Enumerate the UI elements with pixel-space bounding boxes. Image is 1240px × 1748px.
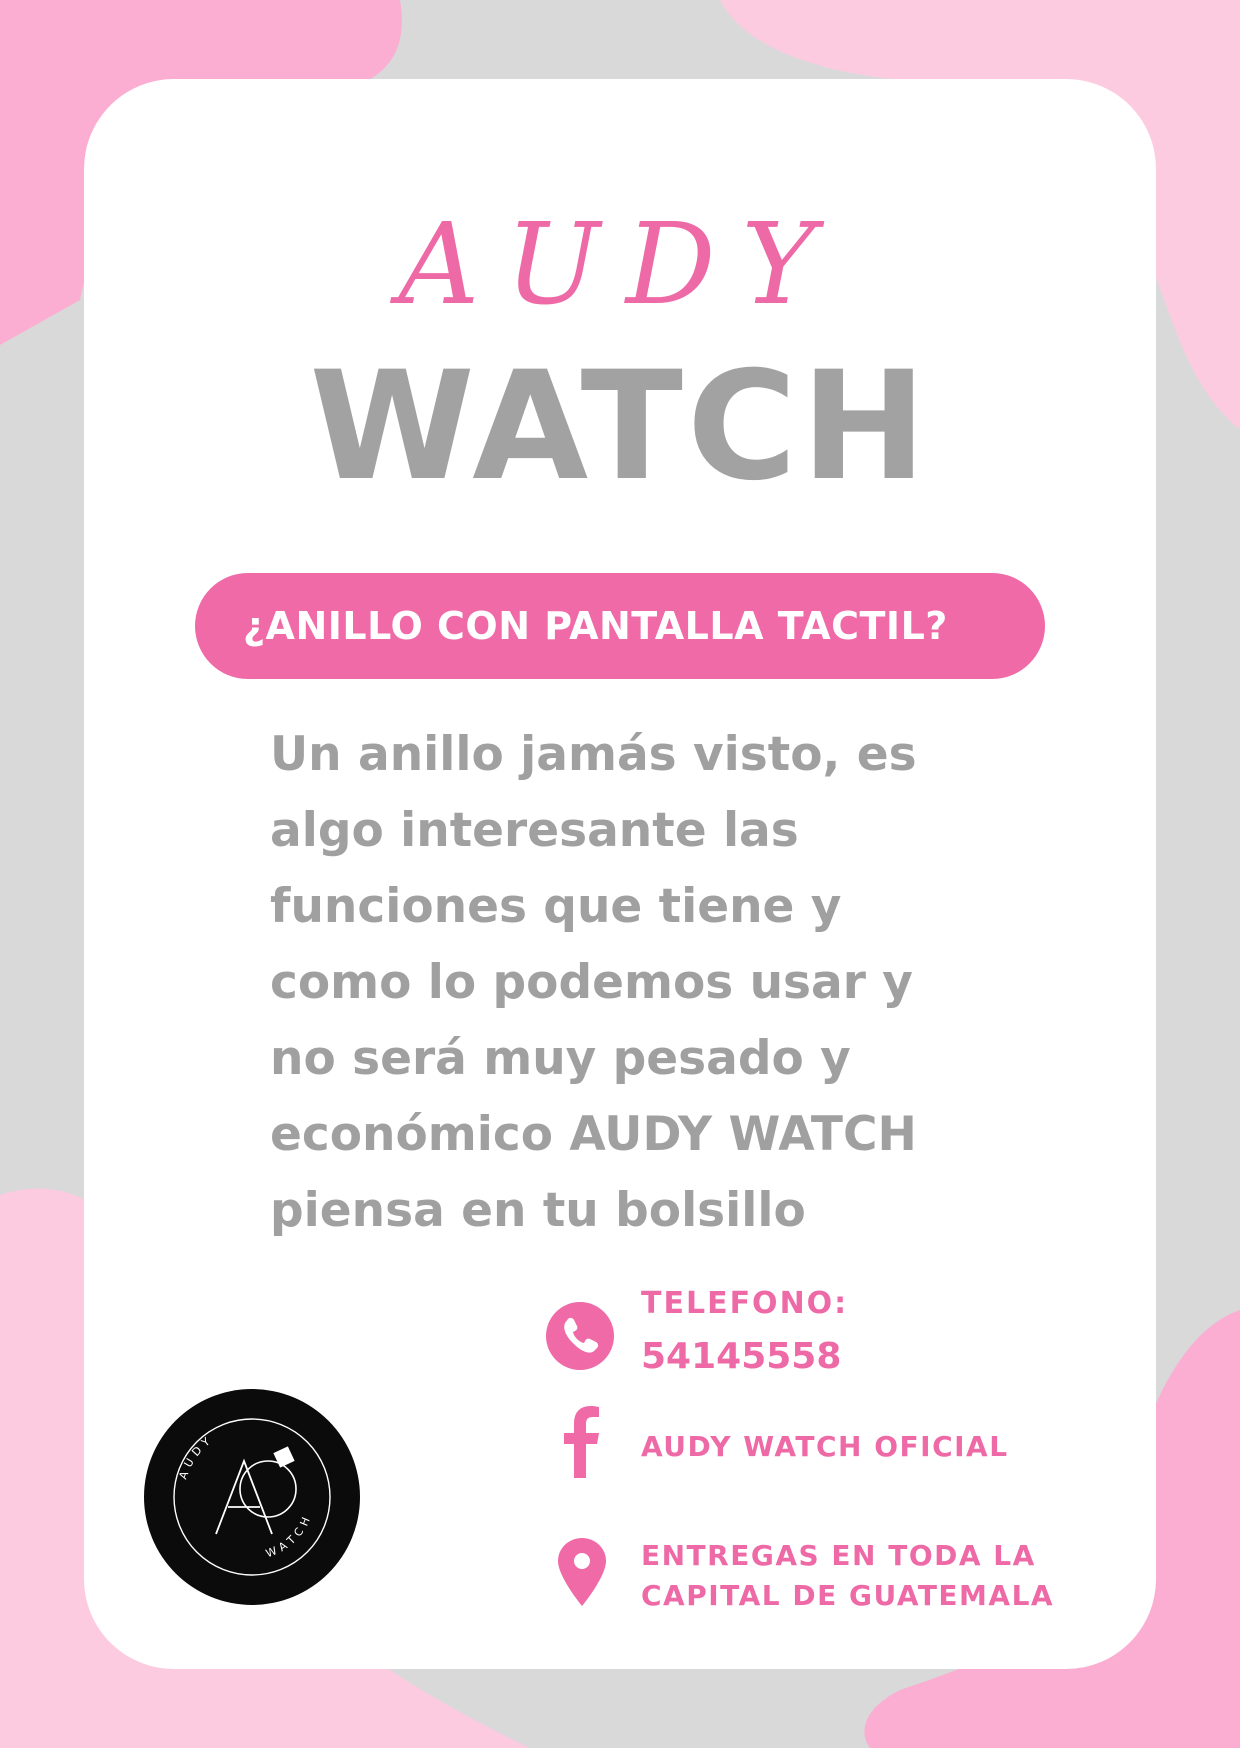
brand-script-name: AUDY [398, 200, 842, 330]
brand-bold-name: WATCH [309, 340, 931, 514]
delivery-info: ENTREGAS EN TODA LA CAPITAL DE GUATEMALA [641, 1536, 1054, 1616]
headline-banner: ¿ANILLO CON PANTALLA TACTIL? [195, 573, 1045, 679]
description-line: Un anillo jamás visto, es [270, 727, 917, 782]
headline-text: ¿ANILLO CON PANTALLA TACTIL? [243, 604, 948, 648]
description-line: económico AUDY WATCH [270, 1107, 917, 1162]
phone-number[interactable]: 54145558 [641, 1336, 841, 1377]
phone-label: TELEFONO: [641, 1286, 849, 1321]
description-line: piensa en tu bolsillo [270, 1183, 806, 1238]
description-line: no será muy pesado y [270, 1031, 851, 1086]
location-pin-icon [558, 1538, 606, 1606]
description-line: funciones que tiene y [270, 879, 842, 934]
facebook-icon [564, 1406, 599, 1478]
brand-logo: AUDY WATCH [144, 1389, 360, 1605]
delivery-line: ENTREGAS EN TODA LA [641, 1539, 1036, 1572]
delivery-line: CAPITAL DE GUATEMALA [641, 1579, 1055, 1612]
description-line: algo interesante las [270, 803, 799, 858]
phone-icon [546, 1302, 614, 1370]
description-line: como lo podemos usar y [270, 955, 913, 1010]
description: Un anillo jamás visto, es algo interesan… [270, 717, 1010, 1249]
facebook-page[interactable]: AUDY WATCH OFICIAL [641, 1430, 1009, 1463]
